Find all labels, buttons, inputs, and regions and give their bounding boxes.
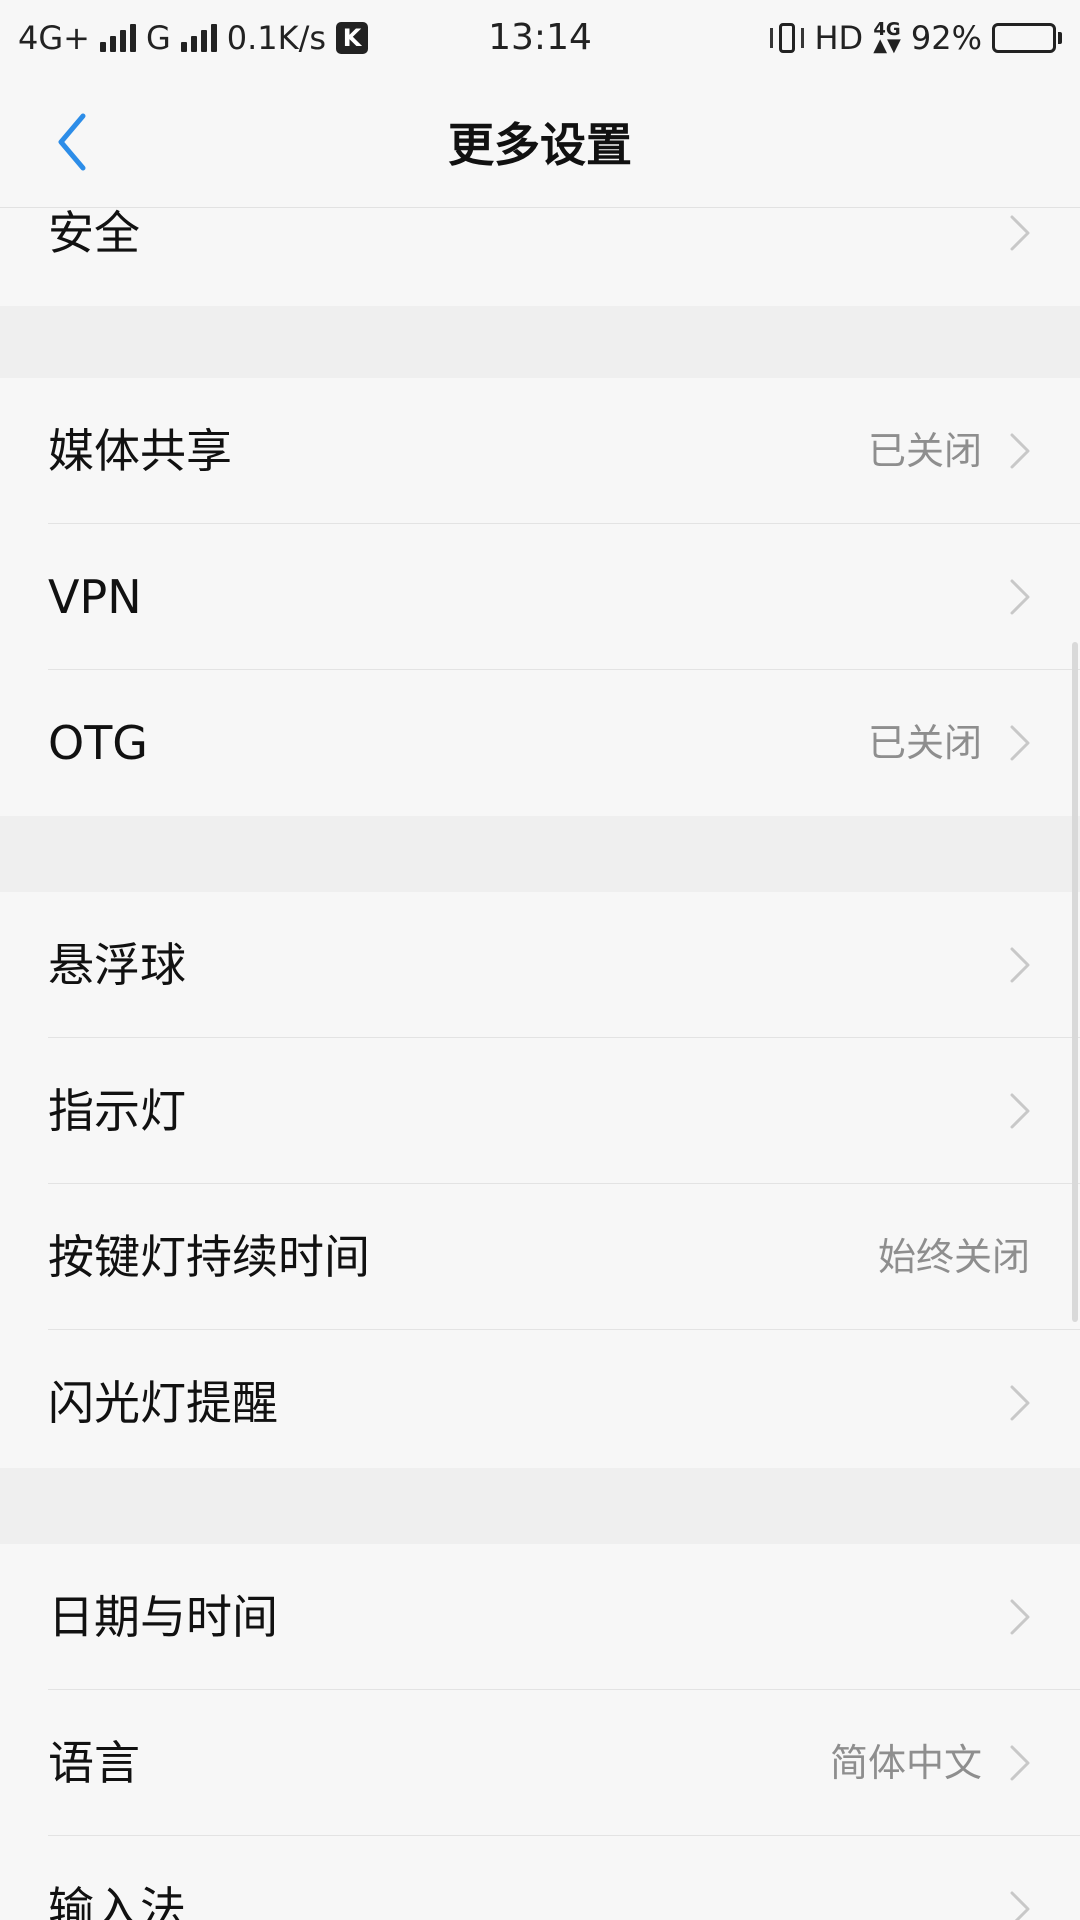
network-activity-arrows: ▲▼ [873,35,901,56]
settings-list: 安全 媒体共享 已关闭 VPN OTG 已关闭 悬浮球 指示灯 按键灯持续时间 … [0,208,1080,1920]
settings-item-label: 闪光灯提醒 [48,1376,278,1430]
back-button[interactable] [42,104,102,180]
settings-item-label: 安全 [48,208,140,260]
settings-item-label: 输入法 [48,1882,186,1920]
settings-item-label: 悬浮球 [48,938,186,992]
settings-item-label: 媒体共享 [48,424,232,478]
page-header: 更多设置 [0,76,1080,208]
chevron-right-icon [1010,1891,1030,1920]
settings-item-value: 简体中文 [829,1741,982,1785]
settings-item-value: 已关闭 [867,721,982,765]
status-right: HD 4G ▲▼ 92% [770,0,1062,76]
settings-item-value: 始终关闭 [877,1235,1030,1279]
status-bar: 4G+ G 0.1K/s K 13:14 HD 4G ▲▼ 92% [0,0,1080,76]
settings-item-otg[interactable]: OTG 已关闭 [0,670,1080,816]
vibrate-icon [770,20,805,56]
chevron-right-icon [1010,215,1030,251]
settings-item-vpn[interactable]: VPN [0,524,1080,670]
settings-item-floating-ball[interactable]: 悬浮球 [0,892,1080,1038]
network-speed: 0.1K/s [226,19,327,57]
chevron-right-icon [1010,947,1030,983]
signal-strength-icon [99,24,136,52]
settings-item-label: VPN [48,570,142,624]
settings-item-date-time[interactable]: 日期与时间 [0,1544,1080,1690]
battery-shell [992,23,1056,53]
network-type-primary: 4G+ [18,19,90,57]
chevron-left-icon [58,113,86,171]
settings-item-label: 按键灯持续时间 [48,1230,370,1284]
signal-strength-secondary-icon [180,24,217,52]
status-left: 4G+ G 0.1K/s K [18,0,369,76]
settings-item-label: OTG [48,716,148,770]
network-4g-icon: 4G ▲▼ [873,21,901,56]
settings-item-key-light-duration[interactable]: 按键灯持续时间 始终关闭 [0,1184,1080,1330]
group-separator [0,1468,1080,1544]
chevron-right-icon [1010,433,1030,469]
group-separator [0,306,1080,378]
chevron-right-icon [1010,1385,1030,1421]
settings-item-language[interactable]: 语言 简体中文 [0,1690,1080,1836]
battery-percent: 92% [910,19,982,57]
settings-item-label: 日期与时间 [48,1590,278,1644]
settings-item-indicator-light[interactable]: 指示灯 [0,1038,1080,1184]
chevron-right-icon [1010,579,1030,615]
hd-label: HD [814,19,864,57]
k-app-icon: K [336,22,369,54]
chevron-right-icon [1010,1745,1030,1781]
chevron-right-icon [1010,1093,1030,1129]
settings-item-value: 已关闭 [867,429,982,473]
page-title: 更多设置 [448,117,632,172]
network-type-secondary: G [145,19,171,57]
settings-item-input-method[interactable]: 输入法 [0,1836,1080,1920]
settings-item-label: 语言 [48,1736,140,1790]
settings-item-flash-alert[interactable]: 闪光灯提醒 [0,1330,1080,1476]
scrollbar[interactable] [1072,642,1078,1322]
chevron-right-icon [1010,1599,1030,1635]
group-separator [0,816,1080,892]
settings-item-media-sharing[interactable]: 媒体共享 已关闭 [0,378,1080,524]
chevron-right-icon [1010,725,1030,761]
battery-nub [1058,32,1062,44]
settings-item-label: 指示灯 [48,1084,186,1138]
battery-icon [992,23,1062,53]
